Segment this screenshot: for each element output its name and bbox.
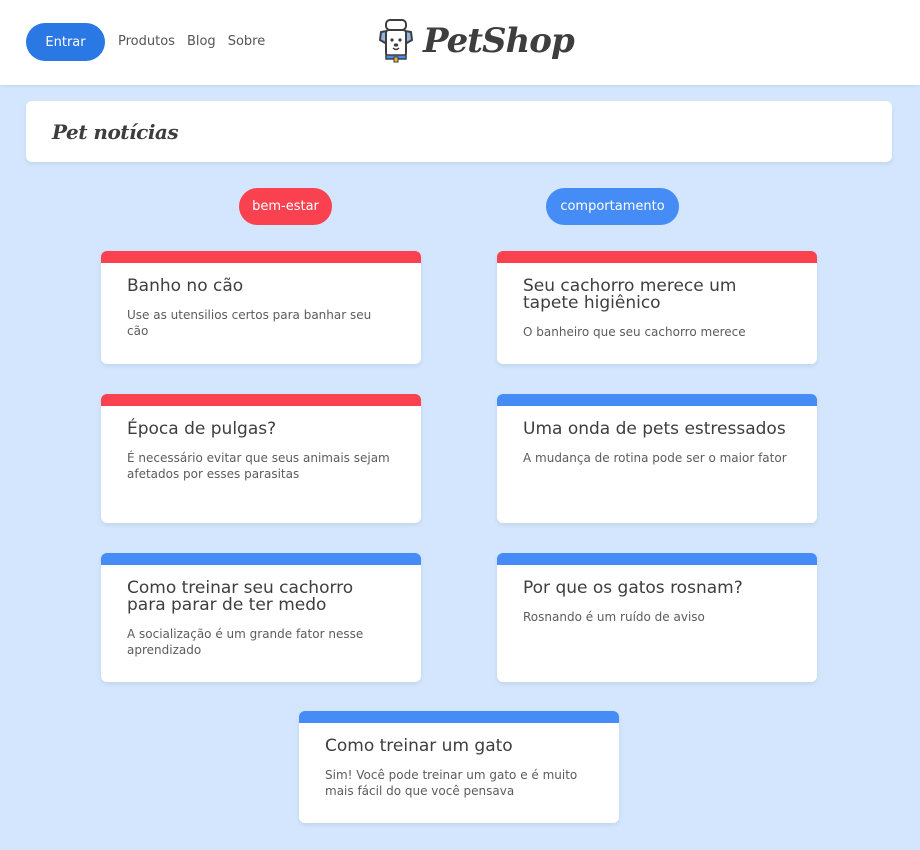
page-title-box: Pet notícias <box>26 101 892 162</box>
category-bar <box>299 711 619 723</box>
news-card[interactable]: Seu cachorro merece um tapete higiênico … <box>497 251 817 364</box>
card-text: Use as utensilios certos para banhar seu… <box>127 308 372 338</box>
news-card[interactable]: Por que os gatos rosnam? Rosnando é um r… <box>497 553 817 682</box>
page-title: Pet notícias <box>52 120 179 144</box>
brand-name: PetShop <box>423 21 575 61</box>
news-card[interactable]: Época de pulgas? É necessário evitar que… <box>101 394 421 523</box>
card-text: Sim! Você pode treinar um gato e é muito… <box>325 768 578 798</box>
site-header: Entrar Produtos Blog Sobre PetShop <box>0 0 920 85</box>
card-text: Rosnando é um ruído de aviso <box>523 610 705 624</box>
card-title: Seu cachorro merece um tapete higiênico <box>523 276 737 313</box>
news-card[interactable]: Como treinar um gato Sim! Você pode trei… <box>299 711 619 823</box>
card-title: Por que os gatos rosnam? <box>523 578 743 598</box>
news-card[interactable]: Uma onda de pets estressados A mudança d… <box>497 394 817 523</box>
category-bar <box>497 394 817 406</box>
nav-link-produtos[interactable]: Produtos <box>118 33 175 51</box>
card-text: A mudança de rotina pode ser o maior fat… <box>523 451 787 465</box>
tag-bem-estar[interactable]: bem-estar <box>239 188 332 225</box>
card-text: A socialização é um grande fator nesse a… <box>127 627 364 657</box>
category-bar <box>101 394 421 406</box>
card-text: O banheiro que seu cachorro merece <box>523 325 746 339</box>
news-card[interactable]: Banho no cão Use as utensilios certos pa… <box>101 251 421 364</box>
nav-link-sobre[interactable]: Sobre <box>228 33 266 51</box>
brand-logo[interactable]: PetShop <box>377 18 575 64</box>
tag-comportamento[interactable]: comportamento <box>546 188 679 225</box>
login-button[interactable]: Entrar <box>26 23 105 61</box>
category-bar <box>101 251 421 263</box>
card-title: Como treinar seu cachorro para parar de … <box>127 578 354 615</box>
card-title: Uma onda de pets estressados <box>523 419 786 439</box>
main-nav: Produtos Blog Sobre <box>118 33 277 51</box>
news-card[interactable]: Como treinar seu cachorro para parar de … <box>101 553 421 682</box>
category-bar <box>101 553 421 565</box>
card-text: É necessário evitar que seus animais sej… <box>127 451 390 481</box>
dog-chef-icon <box>379 19 413 63</box>
nav-link-blog[interactable]: Blog <box>187 33 216 51</box>
category-bar <box>497 251 817 263</box>
card-title: Época de pulgas? <box>127 419 277 439</box>
category-bar <box>497 553 817 565</box>
card-title: Banho no cão <box>127 276 244 296</box>
card-title: Como treinar um gato <box>325 736 513 756</box>
